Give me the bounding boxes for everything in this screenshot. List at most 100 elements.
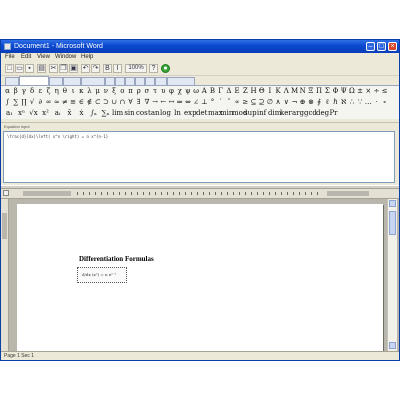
palette-symbol-button[interactable]: μ <box>94 87 101 96</box>
close-button[interactable]: × <box>388 42 397 51</box>
palette-symbol-button[interactable]: π <box>127 87 134 96</box>
palette-symbol-button[interactable]: Μ <box>291 87 298 96</box>
palette-symbol-button[interactable]: δ <box>29 87 36 96</box>
palette-symbol-button[interactable]: sin <box>124 109 135 118</box>
palette-symbol-button[interactable]: Β <box>209 87 216 96</box>
palette-symbol-button[interactable]: ρ <box>135 87 142 96</box>
palette-symbol-button[interactable]: Θ <box>258 87 265 96</box>
bold-icon[interactable]: B <box>103 64 112 73</box>
scroll-down-icon[interactable] <box>389 342 396 349</box>
palette-symbol-button[interactable]: ⊂ <box>94 98 101 107</box>
copy-icon[interactable]: ❐ <box>59 64 68 73</box>
palette-symbol-button[interactable]: ∠ <box>193 98 200 107</box>
palette-symbol-button[interactable]: ζ <box>45 87 52 96</box>
palette-symbol-button[interactable]: dim <box>268 109 281 118</box>
palette-symbol-button[interactable]: φ <box>168 87 175 96</box>
tab-10[interactable] <box>145 77 155 85</box>
palette-symbol-button[interactable]: arg <box>292 109 304 118</box>
palette-symbol-button[interactable]: ⋅ <box>373 98 380 107</box>
palette-symbol-button[interactable]: ℵ <box>340 98 347 107</box>
new-file-icon[interactable]: □ <box>5 64 14 73</box>
palette-symbol-button[interactable]: √x <box>28 109 39 118</box>
palette-symbol-button[interactable]: x̄ <box>64 109 75 118</box>
palette-symbol-button[interactable]: ln <box>172 109 183 118</box>
palette-symbol-button[interactable]: ν <box>102 87 109 96</box>
palette-symbol-button[interactable]: ∅ <box>266 98 273 107</box>
palette-symbol-button[interactable]: τ <box>152 87 159 96</box>
palette-symbol-button[interactable]: lim <box>112 109 123 118</box>
palette-symbol-button[interactable]: Σ <box>324 87 331 96</box>
palette-symbol-button[interactable]: υ <box>160 87 167 96</box>
palette-symbol-button[interactable]: … <box>365 98 372 107</box>
scroll-thumb[interactable] <box>389 211 396 235</box>
palette-symbol-button[interactable]: ψ <box>184 87 191 96</box>
palette-symbol-button[interactable]: ẋ <box>76 109 87 118</box>
tab-9[interactable] <box>135 77 145 85</box>
palette-symbol-button[interactable]: √ <box>29 98 36 107</box>
palette-symbol-button[interactable]: ∃ <box>135 98 142 107</box>
palette-symbol-button[interactable]: Ζ <box>242 87 249 96</box>
palette-symbol-button[interactable]: ⊇ <box>258 98 265 107</box>
palette-symbol-button[interactable]: x² <box>40 109 51 118</box>
palette-symbol-button[interactable]: ℓ <box>324 98 331 107</box>
palette-symbol-button[interactable]: exp <box>184 109 197 118</box>
palette-symbol-button[interactable]: ∩ <box>119 98 126 107</box>
save-icon[interactable]: ▪ <box>25 64 34 73</box>
palette-symbol-button[interactable]: ∴ <box>348 98 355 107</box>
palette-symbol-button[interactable]: Λ <box>283 87 290 96</box>
palette-symbol-button[interactable]: inf <box>256 109 267 118</box>
palette-symbol-button[interactable]: ′ <box>217 98 224 107</box>
palette-symbol-button[interactable]: Ι <box>266 87 273 96</box>
palette-symbol-button[interactable]: κ <box>78 87 85 96</box>
palette-symbol-button[interactable]: Η <box>250 87 257 96</box>
zoom-select[interactable]: 100% <box>125 64 147 73</box>
palette-symbol-button[interactable]: η <box>53 87 60 96</box>
palette-symbol-button[interactable]: ∈ <box>78 98 85 107</box>
scroll-up-icon[interactable] <box>389 200 396 207</box>
palette-symbol-button[interactable]: Δ <box>225 87 232 96</box>
palette-symbol-button[interactable]: Κ <box>275 87 282 96</box>
redo-icon[interactable]: ↷ <box>91 64 100 73</box>
menu-help[interactable]: Help <box>81 53 93 62</box>
palette-symbol-button[interactable]: ∫ <box>4 98 11 107</box>
tab-7[interactable] <box>115 77 125 85</box>
palette-symbol-button[interactable]: ∮ <box>316 98 323 107</box>
palette-symbol-button[interactable]: ∧ <box>275 98 282 107</box>
palette-symbol-button[interactable]: ⊥ <box>201 98 208 107</box>
equation-input-field[interactable]: \frac{d}{dx}\left( x^n \right) = n x^{n-… <box>3 131 395 183</box>
palette-symbol-button[interactable]: ↔ <box>168 98 175 107</box>
tab-6[interactable] <box>105 77 115 85</box>
tab-5[interactable] <box>81 77 105 85</box>
palette-symbol-button[interactable]: Ν <box>299 87 306 96</box>
tab-11[interactable] <box>155 77 167 85</box>
palette-symbol-button[interactable]: ⇒ <box>176 98 183 107</box>
paste-icon[interactable]: ▣ <box>69 64 78 73</box>
tab-2[interactable] <box>19 76 49 85</box>
palette-symbol-button[interactable]: sup <box>244 109 257 118</box>
palette-symbol-button[interactable]: ≤ <box>381 87 388 96</box>
palette-symbol-button[interactable]: ∪ <box>111 98 118 107</box>
maximize-button[interactable]: □ <box>377 42 386 51</box>
palette-symbol-button[interactable]: ∝ <box>234 98 241 107</box>
palette-symbol-button[interactable]: ≈ <box>53 98 60 107</box>
palette-symbol-button[interactable]: a₁ <box>4 109 15 118</box>
cut-icon[interactable]: ✂ <box>49 64 58 73</box>
palette-symbol-button[interactable]: ∞ <box>45 98 52 107</box>
palette-symbol-button[interactable]: Ω <box>348 87 355 96</box>
palette-symbol-button[interactable]: mod <box>232 109 247 118</box>
palette-symbol-button[interactable]: χ <box>176 87 183 96</box>
palette-symbol-button[interactable]: γ <box>20 87 27 96</box>
equation-object[interactable]: d/dx (xⁿ) = n xⁿ⁻¹ <box>77 267 127 283</box>
menu-window[interactable]: Window <box>55 53 76 62</box>
palette-symbol-button[interactable]: ← <box>160 98 167 107</box>
palette-symbol-button[interactable]: ker <box>280 109 292 118</box>
palette-symbol-button[interactable]: aᵢ <box>52 109 63 118</box>
undo-icon[interactable]: ↶ <box>81 64 90 73</box>
palette-symbol-button[interactable]: Ε <box>234 87 241 96</box>
palette-symbol-button[interactable]: ≡ <box>70 98 77 107</box>
palette-symbol-button[interactable]: min <box>220 109 233 118</box>
palette-symbol-button[interactable]: xⁿ <box>16 109 27 118</box>
ruler-right-margin[interactable] <box>327 191 369 196</box>
help-icon[interactable]: ? <box>149 64 158 73</box>
palette-symbol-button[interactable]: ∉ <box>86 98 93 107</box>
